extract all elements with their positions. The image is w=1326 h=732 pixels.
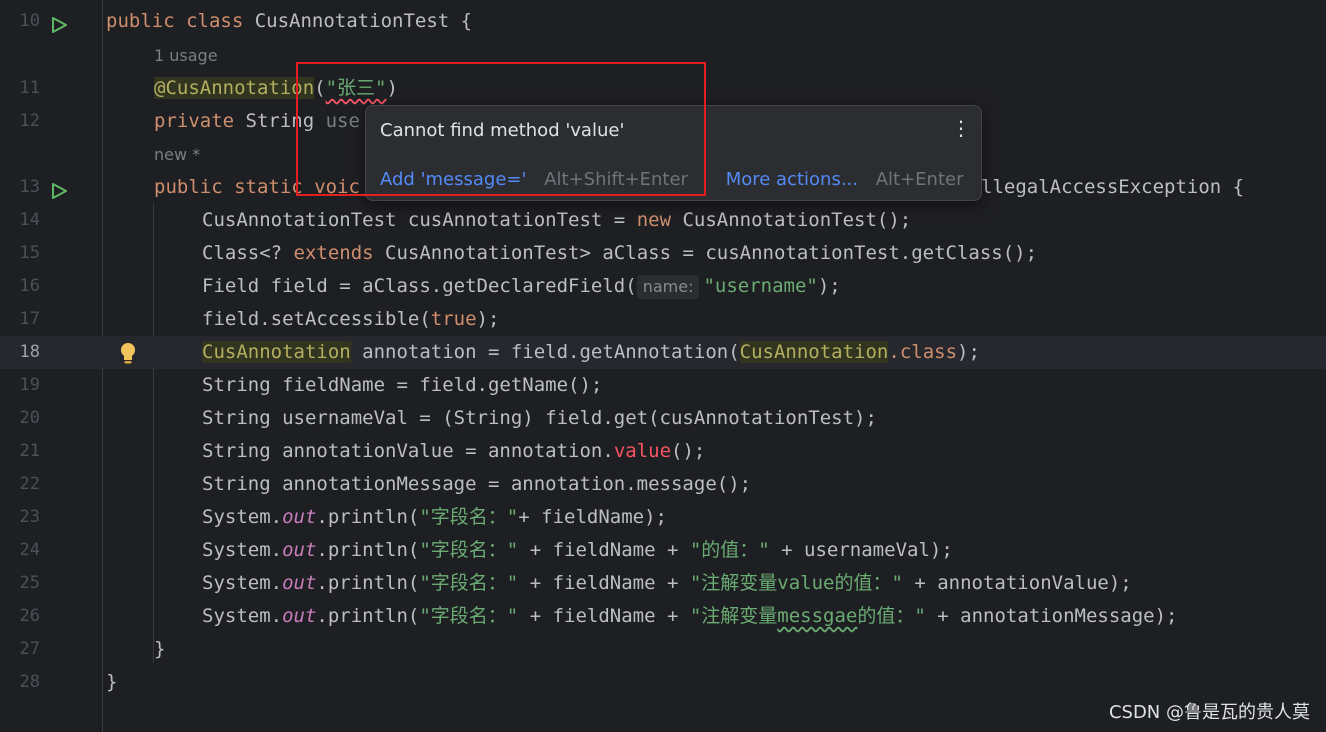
- error-token: value: [613, 440, 672, 462]
- code-text-tail[interactable]: llegalAccessException {: [981, 171, 1244, 204]
- line-number: 26: [19, 606, 40, 626]
- line-number: 15: [19, 243, 40, 263]
- usage-hint[interactable]: 1 usage: [154, 39, 218, 72]
- code-line-16[interactable]: 16 Field field = aClass.getDeclaredField…: [0, 270, 1326, 303]
- line-number: 10: [19, 11, 40, 31]
- code-line-11[interactable]: 11 @CusAnnotation("张三"): [0, 72, 1326, 105]
- code-text[interactable]: CusAnnotationTest cusAnnotationTest = ne…: [202, 204, 911, 237]
- line-number: 13: [19, 177, 40, 197]
- line-number: 17: [19, 309, 40, 329]
- code-text[interactable]: String fieldName = field.getName();: [202, 369, 602, 402]
- code-line-23[interactable]: 23 System.out.println("字段名："+ fieldName)…: [0, 501, 1326, 534]
- code-text[interactable]: CusAnnotation annotation = field.getAnno…: [202, 336, 980, 369]
- code-line-27[interactable]: 27 }: [0, 633, 1326, 666]
- code-line-19[interactable]: 19 String fieldName = field.getName();: [0, 369, 1326, 402]
- code-text[interactable]: @CusAnnotation("张三"): [154, 72, 398, 105]
- parameter-name-hint: name:: [636, 275, 700, 299]
- run-gutter-icon[interactable]: [50, 12, 68, 33]
- line-number: 25: [19, 573, 40, 593]
- code-text[interactable]: System.out.println("字段名："+ fieldName);: [202, 501, 667, 534]
- code-text[interactable]: public static voic: [154, 171, 360, 204]
- more-actions-shortcut: Alt+Enter: [875, 169, 964, 190]
- code-text[interactable]: private String use: [154, 105, 360, 138]
- lightbulb-icon[interactable]: [118, 341, 138, 365]
- more-options-icon[interactable]: ⋮: [951, 118, 971, 138]
- line-number: 22: [19, 474, 40, 494]
- code-text[interactable]: System.out.println("字段名：" + fieldName + …: [202, 534, 953, 567]
- code-line-10[interactable]: 10 public class CusAnnotationTest {: [0, 5, 1326, 38]
- code-text[interactable]: field.setAccessible(true);: [202, 303, 499, 336]
- code-text[interactable]: System.out.println("字段名：" + fieldName + …: [202, 567, 1132, 600]
- run-gutter-icon[interactable]: [50, 178, 68, 199]
- code-line-17[interactable]: 17 field.setAccessible(true);: [0, 303, 1326, 336]
- add-message-shortcut: Alt+Shift+Enter: [544, 169, 688, 190]
- code-line-26[interactable]: 26 System.out.println("字段名：" + fieldName…: [0, 600, 1326, 633]
- code-line-22[interactable]: 22 String annotationMessage = annotation…: [0, 468, 1326, 501]
- code-line-24[interactable]: 24 System.out.println("字段名：" + fieldName…: [0, 534, 1326, 567]
- code-text[interactable]: public class CusAnnotationTest {: [106, 5, 472, 38]
- code-text[interactable]: String annotationMessage = annotation.me…: [202, 468, 751, 501]
- line-number: 19: [19, 375, 40, 395]
- line-number: 20: [19, 408, 40, 428]
- line-number: 18: [19, 342, 40, 362]
- code-text[interactable]: String annotationValue = annotation.valu…: [202, 435, 705, 468]
- code-text[interactable]: System.out.println("字段名：" + fieldName + …: [202, 600, 1178, 633]
- error-tooltip-popup[interactable]: Cannot find method 'value' ⋮ Add 'messag…: [365, 105, 982, 201]
- error-message: Cannot find method 'value': [380, 120, 625, 141]
- line-number: 11: [19, 78, 40, 98]
- code-line-21[interactable]: 21 String annotationValue = annotation.v…: [0, 435, 1326, 468]
- more-actions-link[interactable]: More actions...: [726, 169, 858, 190]
- line-number: 12: [19, 111, 40, 131]
- add-message-action[interactable]: Add 'message=': [380, 169, 526, 190]
- line-number: 23: [19, 507, 40, 527]
- quick-fix-actions: Add 'message=' Alt+Shift+Enter More acti…: [380, 169, 964, 190]
- line-number: 24: [19, 540, 40, 560]
- code-line-15[interactable]: 15 Class<? extends CusAnnotationTest> aC…: [0, 237, 1326, 270]
- line-number: 14: [19, 210, 40, 230]
- code-line-14[interactable]: 14 CusAnnotationTest cusAnnotationTest =…: [0, 204, 1326, 237]
- code-line-20[interactable]: 20 String usernameVal = (String) field.g…: [0, 402, 1326, 435]
- code-line-28[interactable]: 28 }: [0, 666, 1326, 699]
- code-line-25[interactable]: 25 System.out.println("字段名：" + fieldName…: [0, 567, 1326, 600]
- inlay-usage-hint[interactable]: 1 usage: [0, 39, 1326, 72]
- line-number: 16: [19, 276, 40, 296]
- code-text[interactable]: Field field = aClass.getDeclaredField(na…: [202, 270, 841, 303]
- author-hint[interactable]: new *: [154, 138, 200, 171]
- watermark: CSDN @鲁是瓦的贵人莫: [1108, 702, 1310, 723]
- code-text[interactable]: }: [154, 633, 165, 666]
- code-text[interactable]: Class<? extends CusAnnotationTest> aClas…: [202, 237, 1037, 270]
- code-line-18[interactable]: 18 CusAnnotation annotation = field.getA…: [0, 336, 1326, 369]
- code-text[interactable]: String usernameVal = (String) field.get(…: [202, 402, 877, 435]
- code-text[interactable]: }: [106, 666, 117, 699]
- line-number: 28: [19, 672, 40, 692]
- line-number: 21: [19, 441, 40, 461]
- line-number: 27: [19, 639, 40, 659]
